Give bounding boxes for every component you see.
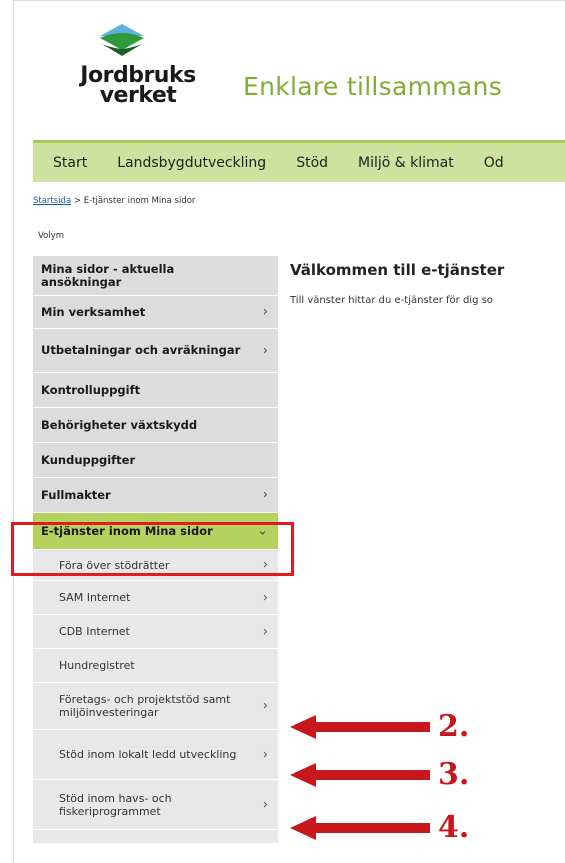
sidebar-item-behorigheter[interactable]: Behörigheter växtskydd <box>33 408 278 443</box>
sidebar-subitem-lokalt-ledd-utveckling[interactable]: Stöd inom lokalt ledd utveckling › <box>33 730 278 780</box>
chevron-right-icon: › <box>262 624 268 639</box>
sidebar-subitem-foretags-projektstod[interactable]: Företags- och projektstöd samt miljöinve… <box>33 683 278 730</box>
sidebar-subitem-label: Hundregistret <box>59 659 135 672</box>
sidebar-subitem-partial[interactable] <box>33 830 278 844</box>
chevron-right-icon: › <box>262 304 268 320</box>
breadcrumb-current: E-tjänster inom Mina sidor <box>83 196 196 206</box>
page-title: Välkommen till e-tjänster <box>290 261 505 279</box>
chevron-right-icon: › <box>262 698 268 714</box>
sidebar-subitem-cdb-internet[interactable]: CDB Internet › <box>33 615 278 649</box>
sidebar-subitem-havs-fiskeriprogrammet[interactable]: Stöd inom havs- och fiskeriprogrammet › <box>33 780 278 830</box>
annotation-label-2: 2. <box>438 709 470 744</box>
logo-line-2: verket <box>99 83 177 108</box>
nav-item-truncated[interactable]: Od <box>464 155 514 171</box>
breadcrumb: Startsida > E-tjänster inom Mina sidor <box>33 196 195 206</box>
nav-item-stod[interactable]: Stöd <box>276 155 338 171</box>
chevron-right-icon: › <box>262 590 268 605</box>
chevron-right-icon: › <box>262 747 268 762</box>
breadcrumb-separator: > <box>73 196 81 206</box>
sidebar-subitem-label: CDB Internet <box>59 625 130 638</box>
sidebar-item-mina-sidor[interactable]: Mina sidor - aktuella ansökningar <box>33 256 278 296</box>
sidebar-item-kontrolluppgift[interactable]: Kontrolluppgift <box>33 373 278 408</box>
sidebar-item-label: Mina sidor - aktuella ansökningar <box>41 261 175 289</box>
intro-text: Till vänster hittar du e-tjänster för di… <box>290 295 493 306</box>
highlight-box <box>11 522 294 576</box>
arrow-left-icon <box>290 715 430 739</box>
sidebar-subitem-label: Stöd inom havs- och fiskeriprogrammet <box>59 791 172 818</box>
tagline: Enklare tillsammans <box>243 72 503 101</box>
sidebar-subitem-sam-internet[interactable]: SAM Internet › <box>33 581 278 615</box>
sidebar-item-label: Fullmakter <box>41 487 111 502</box>
chevron-right-icon: › <box>262 797 268 812</box>
volym-label[interactable]: Volym <box>38 231 64 241</box>
arrow-left-icon <box>290 816 430 840</box>
sidebar-subitem-hundregistret[interactable]: Hundregistret <box>33 649 278 683</box>
nav-item-miljo-klimat[interactable]: Miljö & klimat <box>338 155 464 171</box>
sidebar-item-fullmakter[interactable]: Fullmakter › <box>33 478 278 513</box>
nav-item-start[interactable]: Start <box>33 155 97 171</box>
nav-item-landsbygdutveckling[interactable]: Landsbygdutveckling <box>97 155 276 171</box>
sidebar-item-label: Kunduppgifter <box>41 452 136 467</box>
sidebar-item-label: Min verksamhet <box>41 304 146 319</box>
sidebar-item-label: Behörigheter växtskydd <box>41 417 198 432</box>
sidebar-item-kunduppgifter[interactable]: Kunduppgifter <box>33 443 278 478</box>
sidebar-item-min-verksamhet[interactable]: Min verksamhet › <box>33 296 278 329</box>
sidebar-subitem-label: Stöd inom lokalt ledd utveckling <box>59 748 237 761</box>
annotation-label-4: 4. <box>438 810 470 845</box>
main-nav: Start Landsbygdutveckling Stöd Miljö & k… <box>33 140 565 182</box>
logo-wordmark: Jordbruks verket <box>74 65 202 108</box>
sidebar-item-utbetalningar[interactable]: Utbetalningar och avräkningar › <box>33 329 278 373</box>
breadcrumb-home-link[interactable]: Startsida <box>33 196 71 206</box>
sidebar-subitem-label: Företags- och projektstöd samt miljöinve… <box>59 693 231 719</box>
sidebar-subitem-label: SAM Internet <box>59 591 131 604</box>
arrow-left-icon <box>290 763 430 787</box>
sidebar-item-label: Utbetalningar och avräkningar <box>41 343 241 357</box>
annotation-label-3: 3. <box>438 757 470 792</box>
chevron-right-icon: › <box>262 487 268 503</box>
sidebar-item-label: Kontrolluppgift <box>41 382 141 397</box>
chevron-right-icon: › <box>262 343 268 358</box>
